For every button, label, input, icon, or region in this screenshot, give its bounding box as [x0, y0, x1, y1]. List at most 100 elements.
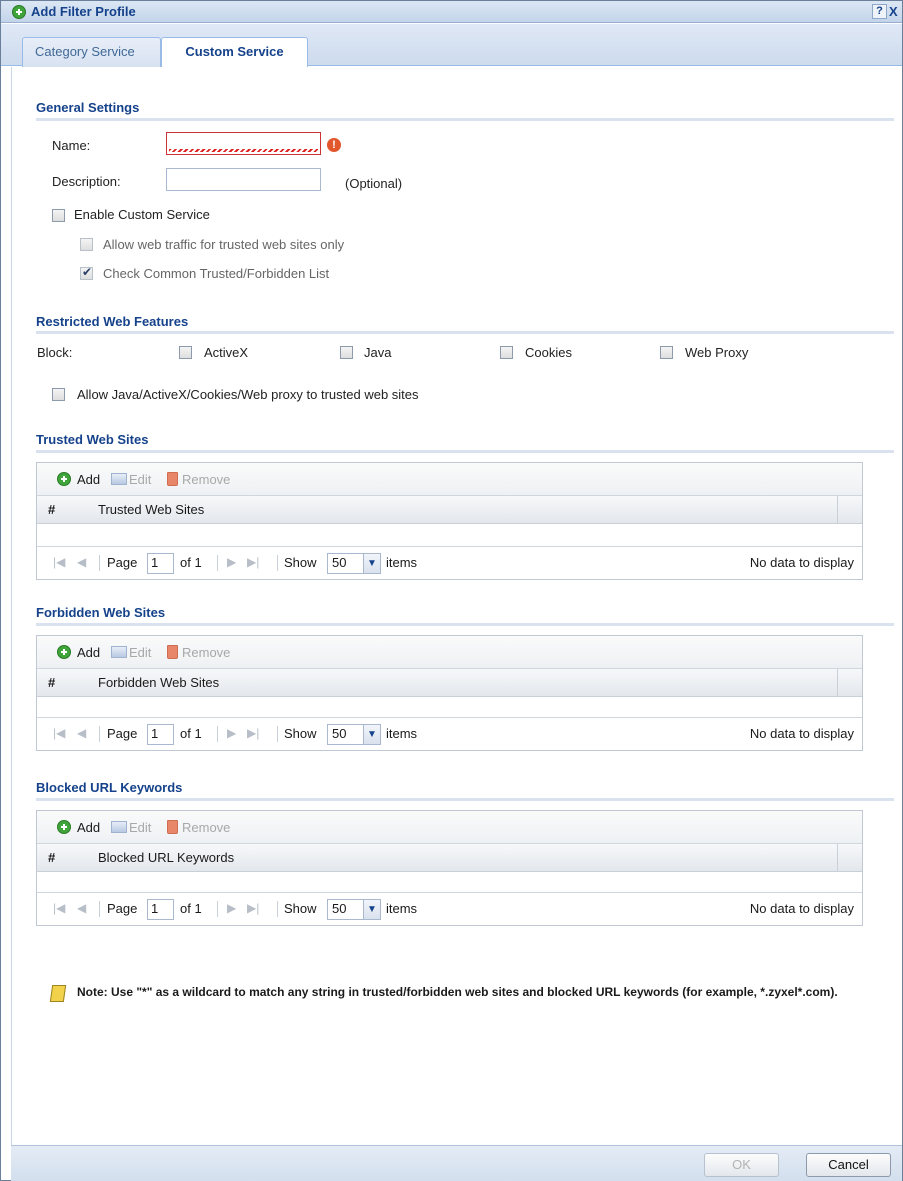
page-count: of 1: [180, 901, 202, 916]
section-divider: [36, 623, 894, 626]
page-number-input[interactable]: 1: [147, 899, 174, 920]
add-icon[interactable]: [57, 820, 71, 834]
title-bar: Add Filter Profile ? X: [1, 1, 902, 23]
column-trusted-web-sites[interactable]: Trusted Web Sites: [98, 502, 204, 517]
trash-icon: [167, 645, 178, 659]
next-page-icon[interactable]: ▶: [227, 726, 236, 740]
items-per-page-select[interactable]: 50 ▼: [327, 553, 381, 574]
allow-trusted-features-checkbox[interactable]: [52, 388, 65, 401]
edit-icon: [111, 473, 127, 485]
column-hash: #: [48, 502, 56, 517]
column-separator: [837, 844, 838, 872]
name-input[interactable]: [167, 133, 320, 154]
items-per-page-select[interactable]: 50 ▼: [327, 899, 381, 920]
first-page-icon[interactable]: |◀: [53, 726, 65, 740]
add-icon[interactable]: [57, 472, 71, 486]
no-data-message: No data to display: [749, 901, 854, 916]
edit-button[interactable]: Edit: [129, 645, 151, 660]
last-page-icon[interactable]: ▶|: [247, 901, 259, 915]
chevron-down-icon[interactable]: ▼: [363, 900, 380, 919]
chevron-down-icon[interactable]: ▼: [363, 554, 380, 573]
pager-separator: [99, 901, 100, 917]
tab-strip: Category Service Custom Service: [1, 24, 902, 68]
column-forbidden-web-sites[interactable]: Forbidden Web Sites: [98, 675, 219, 690]
remove-button[interactable]: Remove: [182, 472, 230, 487]
tab-category-service[interactable]: Category Service: [22, 37, 161, 67]
items-per-page-select[interactable]: 50 ▼: [327, 724, 381, 745]
dialog-footer: OK Cancel: [11, 1145, 902, 1181]
add-icon[interactable]: [57, 645, 71, 659]
page-label: Page: [107, 726, 138, 741]
ok-button[interactable]: OK: [704, 1153, 779, 1177]
add-button[interactable]: Add: [77, 645, 100, 660]
add-filter-profile-window: Add Filter Profile ? X Category Service …: [0, 0, 903, 1181]
column-hash: #: [48, 675, 56, 690]
restricted-features-heading: Restricted Web Features: [36, 314, 189, 329]
first-page-icon[interactable]: |◀: [53, 901, 65, 915]
remove-button[interactable]: Remove: [182, 645, 230, 660]
forbidden-sites-heading: Forbidden Web Sites: [36, 605, 166, 620]
web-proxy-checkbox[interactable]: [660, 346, 673, 359]
grid-pager: |◀ ◀ Page 1 of 1 ▶ ▶| Show 50 ▼ items No …: [37, 717, 862, 750]
section-divider: [36, 798, 894, 801]
web-proxy-label: Web Proxy: [685, 345, 749, 360]
wildcard-note: Note: Use "*" as a wildcard to match any…: [77, 985, 838, 999]
name-field[interactable]: [166, 132, 321, 155]
description-label: Description:: [52, 174, 121, 189]
no-data-message: No data to display: [749, 555, 854, 570]
forbidden-sites-grid: Add Edit Remove # Forbidden Web Sites |◀…: [36, 635, 863, 751]
pager-separator: [217, 555, 218, 571]
page-number-input[interactable]: 1: [147, 553, 174, 574]
add-button[interactable]: Add: [77, 472, 100, 487]
cancel-button[interactable]: Cancel: [806, 1153, 891, 1177]
java-checkbox[interactable]: [340, 346, 353, 359]
items-per-page-value: 50: [332, 555, 347, 570]
column-blocked-url-keywords[interactable]: Blocked URL Keywords: [98, 850, 234, 865]
prev-page-icon[interactable]: ◀: [77, 555, 86, 569]
name-label: Name:: [52, 138, 91, 153]
help-button[interactable]: ?: [872, 4, 887, 19]
general-settings-heading: General Settings: [36, 100, 140, 115]
error-icon: !: [327, 138, 341, 152]
page-count: of 1: [180, 555, 202, 570]
cookies-checkbox[interactable]: [500, 346, 513, 359]
next-page-icon[interactable]: ▶: [227, 555, 236, 569]
blocked-keywords-grid: Add Edit Remove # Blocked URL Keywords |…: [36, 810, 863, 926]
activex-checkbox[interactable]: [179, 346, 192, 359]
chevron-down-icon[interactable]: ▼: [363, 725, 380, 744]
enable-custom-service-label: Enable Custom Service: [74, 207, 210, 222]
pager-separator: [277, 555, 278, 571]
description-field[interactable]: [166, 168, 321, 191]
optional-hint: (Optional): [345, 176, 403, 191]
last-page-icon[interactable]: ▶|: [247, 555, 259, 569]
add-profile-icon: [12, 5, 26, 19]
edit-button[interactable]: Edit: [129, 820, 151, 835]
grid-header: # Trusted Web Sites: [37, 496, 862, 524]
close-button[interactable]: X: [889, 4, 902, 19]
enable-custom-service-checkbox[interactable]: [52, 209, 65, 222]
pager-separator: [277, 901, 278, 917]
prev-page-icon[interactable]: ◀: [77, 726, 86, 740]
next-page-icon[interactable]: ▶: [227, 901, 236, 915]
section-divider: [36, 331, 894, 334]
prev-page-icon[interactable]: ◀: [77, 901, 86, 915]
edit-icon: [111, 821, 127, 833]
allow-trusted-only-label: Allow web traffic for trusted web sites …: [103, 237, 345, 252]
first-page-icon[interactable]: |◀: [53, 555, 65, 569]
grid-pager: |◀ ◀ Page 1 of 1 ▶ ▶| Show 50 ▼ items No …: [37, 892, 862, 925]
column-separator: [837, 496, 838, 524]
last-page-icon[interactable]: ▶|: [247, 726, 259, 740]
edit-icon: [111, 646, 127, 658]
tab-custom-service[interactable]: Custom Service: [161, 37, 308, 68]
grid-toolbar: Add Edit Remove: [37, 811, 862, 844]
description-input[interactable]: [167, 169, 320, 190]
edit-button[interactable]: Edit: [129, 472, 151, 487]
remove-button[interactable]: Remove: [182, 820, 230, 835]
add-button[interactable]: Add: [77, 820, 100, 835]
check-common-list-checkbox[interactable]: [80, 265, 93, 280]
allow-trusted-features-label: Allow Java/ActiveX/Cookies/Web proxy to …: [77, 387, 419, 402]
page-number-input[interactable]: 1: [147, 724, 174, 745]
items-per-page-value: 50: [332, 726, 347, 741]
allow-trusted-only-checkbox[interactable]: [80, 238, 93, 251]
trusted-sites-grid: Add Edit Remove # Trusted Web Sites |◀ ◀…: [36, 462, 863, 580]
